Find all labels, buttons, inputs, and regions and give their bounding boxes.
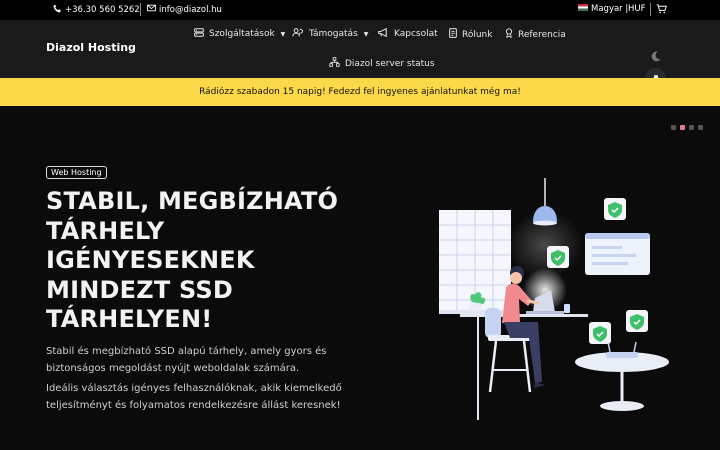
shield-check-icon [604, 198, 626, 220]
nav-item-contact[interactable]: Kapcsolat [378, 27, 438, 40]
promo-text: Rádiózz szabadon 15 napig! Fedezd fel in… [199, 87, 521, 97]
nav-item-label: Szolgáltatások [209, 29, 275, 39]
hero-title-line: TÁRHELY [46, 216, 165, 245]
nav-item-label: Referencia [518, 29, 566, 40]
hero-badge: Web Hosting [46, 166, 107, 179]
caret-down-icon: ▼ [280, 30, 286, 38]
hero-title-line: MINDEZT SSD [46, 275, 233, 304]
hero-paragraph-2: Ideális választás igényes felhasználókna… [46, 383, 342, 411]
nav-item-about[interactable]: Rólunk [449, 28, 492, 41]
envelope-icon [147, 4, 156, 15]
dark-mode-toggle[interactable] [650, 47, 661, 62]
nav-item-server-status[interactable]: Diazol server status [329, 57, 435, 70]
nav-item-services[interactable]: Szolgáltatások ▼ [194, 28, 285, 40]
brand-logo[interactable]: Diazol Hosting [46, 41, 136, 54]
nav-item-label: Diazol server status [345, 58, 435, 69]
services-icon [194, 28, 204, 40]
hero-paragraph-1: Stabil és megbízható SSD alapú tárhely, … [46, 346, 327, 374]
router-table [575, 341, 669, 411]
hero-title-line: STABIL, MEGBÍZHATÓ [46, 187, 339, 215]
language-selector[interactable]: Magyar | [578, 4, 628, 14]
email-link[interactable]: info@diazol.hu [147, 4, 222, 15]
promo-banner[interactable]: Rádiózz szabadon 15 napig! Fedezd fel in… [0, 78, 720, 106]
phone-number: +36.30 560 5262 [65, 5, 140, 15]
top-bar: +36.30 560 5262 info@diazol.hu Magyar | … [0, 0, 720, 20]
moon-icon [651, 51, 661, 62]
cart-button[interactable] [656, 4, 667, 17]
hungarian-flag-icon [578, 4, 588, 14]
currency-selector[interactable]: HUF [628, 4, 646, 14]
phone-icon [53, 4, 62, 16]
language-label: Magyar | [591, 4, 629, 14]
nav-item-label: Rólunk [462, 29, 493, 40]
carousel-indicators [671, 125, 703, 130]
divider [140, 3, 141, 16]
hero-title: STABIL, MEGBÍZHATÓ TÁRHELY IGÉNYESEKNEK … [46, 187, 356, 335]
nav-item-references[interactable]: Referencia [505, 28, 566, 41]
award-icon [505, 28, 513, 41]
shield-check-icon [589, 322, 611, 344]
shield-check-icon [547, 246, 569, 268]
email-address: info@diazol.hu [159, 4, 222, 15]
main-navbar: Diazol Hosting Szolgáltatások ▼ Támogatá… [0, 20, 720, 89]
hero-title-line: IGÉNYESEKNEK [46, 246, 255, 274]
currency-label: HUF [628, 4, 646, 14]
shield-check-icon [626, 310, 648, 332]
cart-icon [656, 4, 667, 17]
nav-item-label: Támogatás [309, 29, 358, 39]
document-icon [449, 28, 457, 41]
nav-item-support[interactable]: Támogatás ▼ [292, 28, 368, 40]
nav-item-label: Kapcsolat [394, 29, 438, 39]
hero-title-line: TÁRHELYEN! [46, 305, 213, 333]
carousel-dot-active[interactable] [680, 125, 685, 130]
carousel-dot[interactable] [671, 125, 676, 130]
hosting-illustration [439, 178, 669, 420]
network-icon [329, 57, 340, 70]
carousel-dot[interactable] [689, 125, 694, 130]
divider [650, 3, 651, 16]
support-icon [292, 28, 304, 40]
phone-link[interactable]: +36.30 560 5262 [53, 4, 140, 16]
dashboard-card [585, 233, 650, 275]
carousel-dot[interactable] [698, 125, 703, 130]
caret-down-icon: ▼ [363, 30, 369, 38]
megaphone-icon [378, 27, 389, 40]
